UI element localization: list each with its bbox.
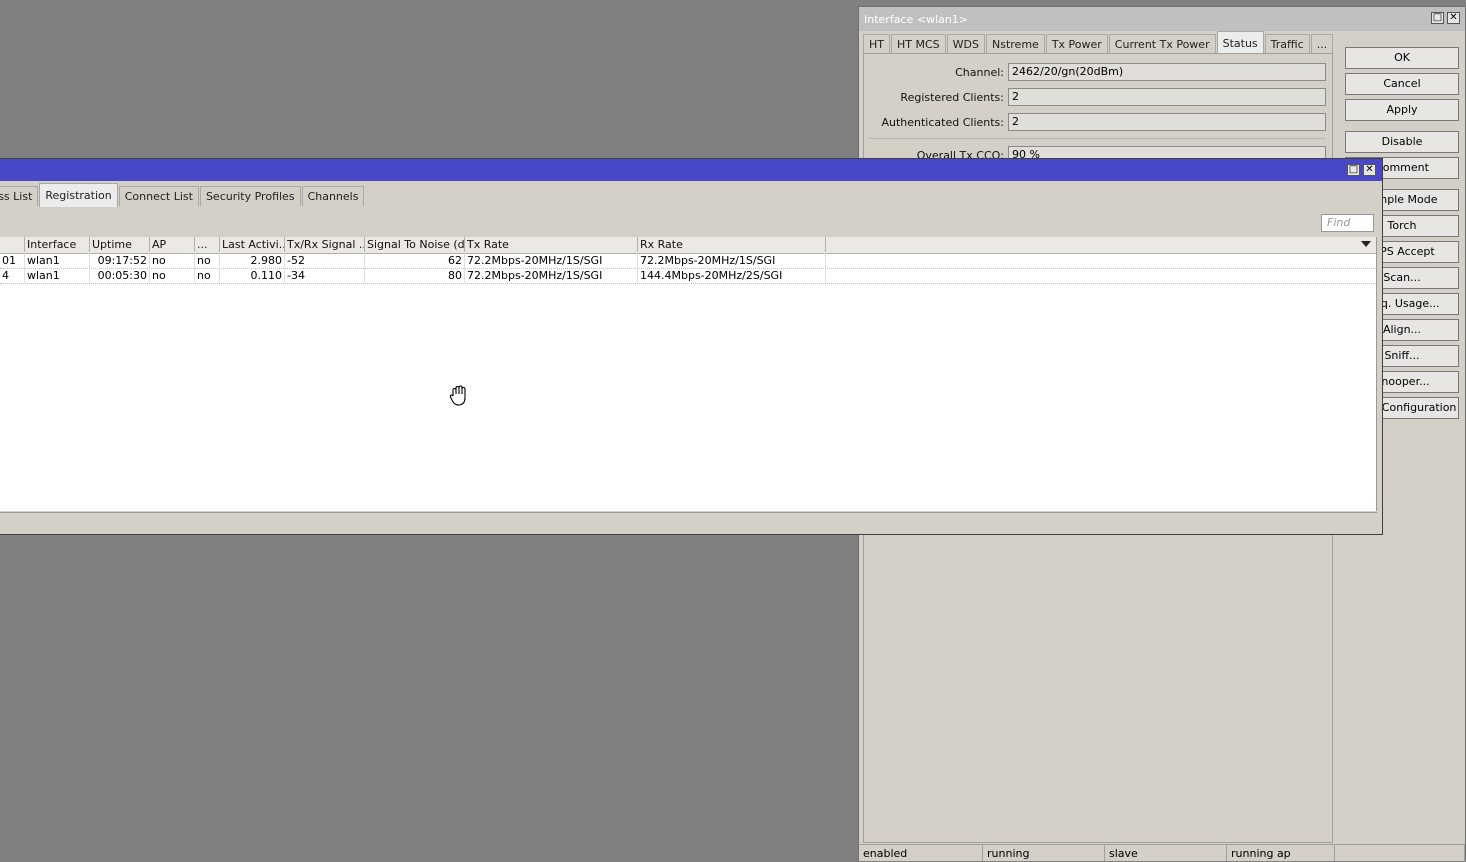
column-header-signal[interactable]: Tx/Rx Signal ... (285, 237, 365, 252)
cell-tx-rate: 72.2Mbps-20MHz/1S/SGI (465, 268, 638, 283)
column-header-last-activity[interactable]: Last Activi... (220, 237, 285, 252)
cell-signal: -52 (285, 253, 365, 268)
tab-traffic[interactable]: Traffic (1264, 34, 1310, 54)
interface-tabs: HT HT MCS WDS Nstreme Tx Power Current T… (863, 31, 1334, 54)
table-row[interactable]: 4 wlan1 00:05:30 no no 0.110 -34 80 72.2… (0, 268, 1376, 284)
interface-window-title: Interface <wlan1> (864, 13, 968, 26)
status-slave: slave (1105, 844, 1227, 861)
tab-status[interactable]: Status (1216, 31, 1264, 54)
find-input[interactable]: Find (1321, 214, 1374, 232)
tab-access-list[interactable]: Access List (0, 186, 39, 206)
cell-uptime: 00:05:30 (90, 268, 150, 283)
column-header-rx-rate[interactable]: Rx Rate (638, 237, 826, 252)
column-header-wds[interactable]: ... (195, 237, 220, 252)
column-header-interface[interactable]: Interface (25, 237, 90, 252)
authenticated-clients-field[interactable]: 2 (1008, 113, 1326, 131)
cell-mac: 01 (0, 253, 25, 268)
disable-button[interactable]: Disable (1345, 131, 1459, 153)
cell-ap: no (150, 253, 195, 268)
registration-table: Interface Uptime AP ... Last Activi... T… (0, 237, 1377, 511)
close-icon[interactable]: ✕ (1363, 164, 1376, 176)
status-running-ap: running ap (1227, 844, 1335, 861)
cell-ap: no (150, 268, 195, 283)
channel-label: Channel: (955, 66, 1004, 79)
cell-snr: 62 (365, 253, 465, 268)
cell-uptime: 09:17:52 (90, 253, 150, 268)
cell-signal: -34 (285, 268, 365, 283)
column-header-ap[interactable]: AP (150, 237, 195, 252)
maximize-icon[interactable]: □ (1431, 12, 1444, 24)
cancel-button[interactable]: Cancel (1345, 73, 1459, 95)
tab-more[interactable]: ... (1310, 34, 1334, 54)
status-empty (1335, 844, 1465, 861)
registered-clients-field[interactable]: 2 (1008, 88, 1326, 106)
tab-current-tx-power[interactable]: Current Tx Power (1108, 34, 1216, 54)
tab-ht[interactable]: HT (863, 34, 890, 54)
tab-wds[interactable]: WDS (946, 34, 985, 54)
column-header-mac[interactable] (0, 237, 25, 252)
column-header-uptime[interactable]: Uptime (90, 237, 150, 252)
channel-field[interactable]: 2462/20/gn(20dBm) (1008, 63, 1326, 81)
cell-snr: 80 (365, 268, 465, 283)
authenticated-clients-row: Authenticated Clients: (864, 113, 1004, 132)
cell-interface: wlan1 (25, 253, 90, 268)
tab-ht-mcs[interactable]: HT MCS (891, 34, 946, 54)
apply-button[interactable]: Apply (1345, 99, 1459, 121)
tab-tx-power[interactable]: Tx Power (1045, 34, 1108, 54)
column-menu-icon[interactable] (1361, 241, 1371, 247)
cell-last-activity: 2.980 (220, 253, 285, 268)
maximize-icon[interactable]: □ (1347, 164, 1360, 176)
ok-button[interactable]: OK (1345, 47, 1459, 69)
cell-tx-rate: 72.2Mbps-20MHz/1S/SGI (465, 253, 638, 268)
wireless-tabs: Access List Registration Connect List Se… (0, 183, 365, 207)
cell-rx-rate: 72.2Mbps-20MHz/1S/SGI (638, 253, 826, 268)
column-header-tx-rate[interactable]: Tx Rate (465, 237, 638, 252)
tab-nstreme[interactable]: Nstreme (986, 34, 1045, 54)
close-icon[interactable]: ✕ (1447, 12, 1460, 24)
registered-clients-row: Registered Clients: (864, 88, 1004, 107)
registered-clients-label: Registered Clients: (900, 91, 1004, 104)
status-running: running (983, 844, 1105, 861)
status-enabled: enabled (859, 844, 983, 861)
tab-registration[interactable]: Registration (39, 183, 118, 207)
cell-rx-rate: 144.4Mbps-20MHz/2S/SGI (638, 268, 826, 283)
wireless-window: □ ✕ Access List Registration Connect Lis… (0, 158, 1383, 535)
wireless-status-bar (0, 512, 1377, 531)
cell-wds: no (195, 253, 220, 268)
tab-channels[interactable]: Channels (301, 186, 365, 206)
tab-connect-list[interactable]: Connect List (118, 186, 199, 206)
column-header-snr[interactable]: Signal To Noise (dB) (365, 237, 465, 252)
authenticated-clients-label: Authenticated Clients: (881, 116, 1004, 129)
wireless-window-titlebar[interactable]: □ ✕ (0, 159, 1382, 181)
tab-security-profiles[interactable]: Security Profiles (199, 186, 301, 206)
table-header: Interface Uptime AP ... Last Activi... T… (0, 237, 1376, 254)
hand-cursor-icon (449, 385, 466, 406)
separator (868, 138, 1326, 139)
cell-last-activity: 0.110 (220, 268, 285, 283)
cell-wds: no (195, 268, 220, 283)
table-row[interactable]: 01 wlan1 09:17:52 no no 2.980 -52 62 72.… (0, 253, 1376, 269)
cell-interface: wlan1 (25, 268, 90, 283)
channel-row: Channel: (864, 63, 1004, 82)
cell-mac: 4 (0, 268, 25, 283)
interface-window-titlebar[interactable]: Interface <wlan1> □ ✕ (859, 7, 1465, 31)
